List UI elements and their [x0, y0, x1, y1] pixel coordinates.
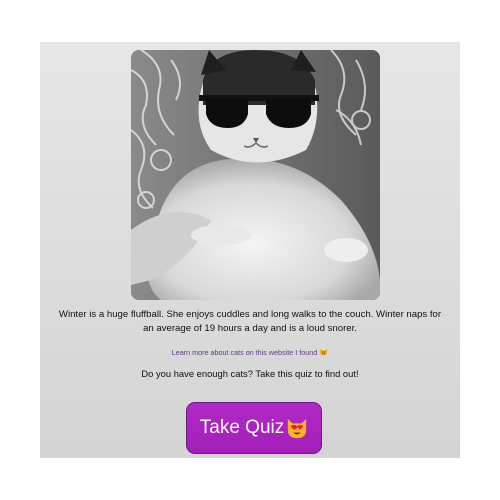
- learn-more-link[interactable]: Learn more about cats on this website I …: [40, 347, 460, 357]
- take-quiz-button[interactable]: Take Quiz: [186, 402, 322, 454]
- heart-eyes-cat-icon: [286, 417, 308, 439]
- quiz-prompt: Do you have enough cats? Take this quiz …: [141, 368, 359, 379]
- cat-with-sunglasses-photo: [131, 50, 380, 300]
- learn-more-label: Learn more about cats on this website I …: [171, 348, 318, 357]
- smiling-cat-icon: [319, 347, 328, 356]
- cat-photo: [131, 50, 380, 300]
- cat-bio: Winter is a huge fluffball. She enjoys c…: [58, 309, 442, 334]
- profile-card: Winter is a huge fluffball. She enjoys c…: [40, 42, 460, 458]
- take-quiz-label: Take Quiz: [199, 417, 285, 438]
